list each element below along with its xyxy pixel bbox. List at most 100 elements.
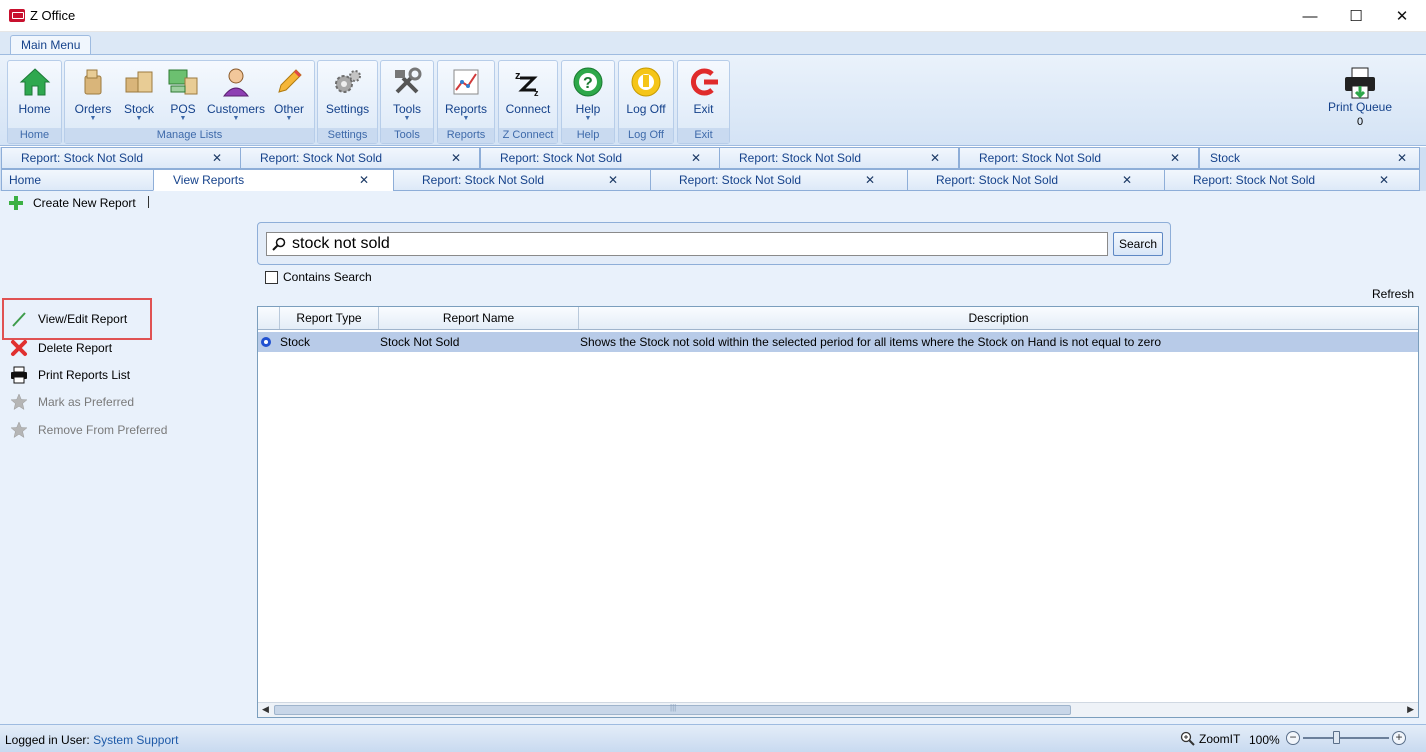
delete-report-button[interactable]: Delete Report: [10, 338, 112, 358]
tab-close-icon[interactable]: ✕: [1379, 170, 1389, 190]
tab-stock[interactable]: Stock ✕: [1199, 147, 1420, 169]
home-button[interactable]: Home: [8, 64, 61, 126]
tab-close-icon[interactable]: ✕: [1122, 170, 1132, 190]
tab-report-stock-not-sold[interactable]: Report: Stock Not Sold ✕: [480, 147, 720, 169]
mark-as-preferred-button[interactable]: Mark as Preferred: [10, 392, 134, 412]
minimize-button[interactable]: —: [1287, 0, 1333, 32]
status-bar: Logged in User: System Support ZoomIT 10…: [0, 724, 1426, 752]
view-edit-report-button[interactable]: View/Edit Report: [10, 309, 127, 329]
tab-close-icon[interactable]: ✕: [451, 148, 461, 168]
logged-in-username: System Support: [93, 733, 179, 747]
tab-close-icon[interactable]: ✕: [1170, 148, 1180, 168]
connect-button[interactable]: z z Connect: [501, 64, 555, 126]
zoom-out-button[interactable]: −: [1286, 731, 1300, 745]
tab-report-stock-not-sold[interactable]: Report: Stock Not Sold ✕: [907, 169, 1165, 191]
group-label-manage-lists: Manage Lists: [65, 128, 314, 143]
other-button[interactable]: Other ▼: [269, 64, 309, 126]
tab-close-icon[interactable]: ✕: [212, 148, 222, 168]
tab-report-stock-not-sold[interactable]: Report: Stock Not Sold ✕: [719, 147, 959, 169]
ribbon-group-z-connect: z z Connect Z Connect: [498, 60, 558, 144]
settings-button[interactable]: Settings: [320, 64, 375, 126]
pos-dropdown-icon: ▼: [179, 115, 187, 122]
tab-report-stock-not-sold[interactable]: Report: Stock Not Sold ✕: [1, 147, 241, 169]
toolbar-separator: [148, 196, 149, 208]
tab-report-stock-not-sold[interactable]: Report: Stock Not Sold ✕: [1164, 169, 1420, 191]
tab-report-stock-not-sold[interactable]: Report: Stock Not Sold ✕: [959, 147, 1199, 169]
pos-icon: [168, 69, 198, 95]
ribbon-group-home: Home Home: [7, 60, 62, 144]
create-new-report-button[interactable]: Create New Report: [8, 195, 136, 211]
scroll-left-icon[interactable]: ◀: [262, 704, 269, 715]
home-icon: [19, 68, 50, 96]
plus-icon: [8, 195, 24, 211]
tab-label: Report: Stock Not Sold: [1193, 173, 1316, 187]
scroll-right-icon[interactable]: ▶: [1407, 704, 1414, 715]
customers-button[interactable]: Customers ▼: [207, 64, 265, 126]
tab-close-icon[interactable]: ✕: [1397, 148, 1407, 168]
zoom-slider-track[interactable]: [1303, 737, 1389, 739]
zoom-slider-thumb[interactable]: [1333, 731, 1340, 744]
tab-view-reports[interactable]: View Reports ✕: [153, 169, 394, 191]
tab-close-icon[interactable]: ✕: [865, 170, 875, 190]
table-row[interactable]: Stock Stock Not Sold Shows the Stock not…: [258, 332, 1418, 352]
print-reports-list-button[interactable]: Print Reports List: [10, 365, 130, 385]
ribbon-group-help: ? Help ▼ Help: [561, 60, 615, 144]
column-header-description[interactable]: Description: [579, 307, 1418, 329]
refresh-link[interactable]: Refresh: [1372, 287, 1414, 301]
log-off-icon: [631, 67, 661, 97]
customers-button-label: Customers: [207, 102, 266, 116]
tab-close-icon[interactable]: ✕: [691, 148, 701, 168]
document-tab-row-1: Report: Stock Not Sold ✕ Report: Stock N…: [0, 147, 1426, 169]
stock-button-label: Stock: [123, 102, 154, 116]
exit-button[interactable]: Exit: [680, 64, 727, 126]
pos-button[interactable]: POS ▼: [163, 64, 203, 126]
orders-button[interactable]: Orders ▼: [71, 64, 115, 126]
scrollbar-thumb[interactable]: |||: [274, 703, 1071, 715]
group-label-reports: Reports: [438, 128, 494, 143]
tab-label: Report: Stock Not Sold: [260, 151, 383, 165]
group-label-home: Home: [8, 128, 61, 143]
tab-report-stock-not-sold[interactable]: Report: Stock Not Sold ✕: [240, 147, 480, 169]
tab-report-stock-not-sold[interactable]: Report: Stock Not Sold ✕: [650, 169, 908, 191]
other-dropdown-icon: ▼: [285, 115, 293, 122]
stock-button[interactable]: Stock ▼: [119, 64, 159, 126]
log-off-button[interactable]: Log Off: [621, 64, 671, 126]
cell-report-type: Stock: [280, 335, 311, 349]
printer-icon: [11, 366, 27, 384]
print-queue-button[interactable]: Print Queue 0: [1320, 66, 1400, 128]
column-header-report-type[interactable]: Report Type: [280, 307, 379, 329]
search-input[interactable]: [266, 232, 1108, 256]
tab-main-menu[interactable]: Main Menu: [10, 35, 92, 55]
ribbon-group-tools: Tools ▼ Tools: [380, 60, 434, 144]
exit-button-label: Exit: [693, 102, 714, 116]
zoom-in-button[interactable]: +: [1392, 731, 1406, 745]
cell-description: Shows the Stock not sold within the sele…: [580, 335, 1161, 349]
horizontal-scrollbar[interactable]: ◀ ||| ▶: [258, 702, 1418, 717]
reports-button[interactable]: Reports ▼: [440, 64, 492, 126]
group-label-log-off: Log Off: [619, 128, 673, 143]
report-toolbar: Create New Report: [0, 191, 1426, 215]
star-icon: [10, 421, 28, 439]
maximize-button[interactable]: ☐: [1333, 0, 1379, 32]
column-header-report-name[interactable]: Report Name: [379, 307, 579, 329]
remove-from-preferred-button[interactable]: Remove From Preferred: [10, 420, 167, 440]
contains-search-option[interactable]: Contains Search: [265, 270, 372, 284]
search-button[interactable]: Search: [1113, 232, 1163, 256]
close-window-button[interactable]: ✕: [1379, 0, 1425, 32]
ribbon-group-exit: Exit Exit: [677, 60, 730, 144]
tab-report-stock-not-sold[interactable]: Report: Stock Not Sold ✕: [393, 169, 651, 191]
contains-search-checkbox[interactable]: [265, 270, 278, 284]
tab-close-icon[interactable]: ✕: [608, 170, 618, 190]
zoomit-control[interactable]: ZoomIT: [1180, 731, 1240, 746]
tab-label: Report: Stock Not Sold: [422, 173, 545, 187]
tools-button-label: Tools: [392, 102, 421, 116]
tools-button[interactable]: Tools ▼: [383, 64, 431, 126]
ribbon: Home Home Orders ▼ Stock ▼ POS ▼ Custome…: [0, 54, 1426, 146]
tab-close-icon[interactable]: ✕: [930, 148, 940, 168]
group-label-tools: Tools: [381, 128, 433, 143]
stock-dropdown-icon: ▼: [135, 115, 143, 122]
help-button[interactable]: ? Help ▼: [564, 64, 612, 126]
edit-pencil-icon: [12, 312, 26, 327]
tab-home[interactable]: Home: [1, 169, 154, 191]
tab-close-icon[interactable]: ✕: [359, 170, 369, 190]
